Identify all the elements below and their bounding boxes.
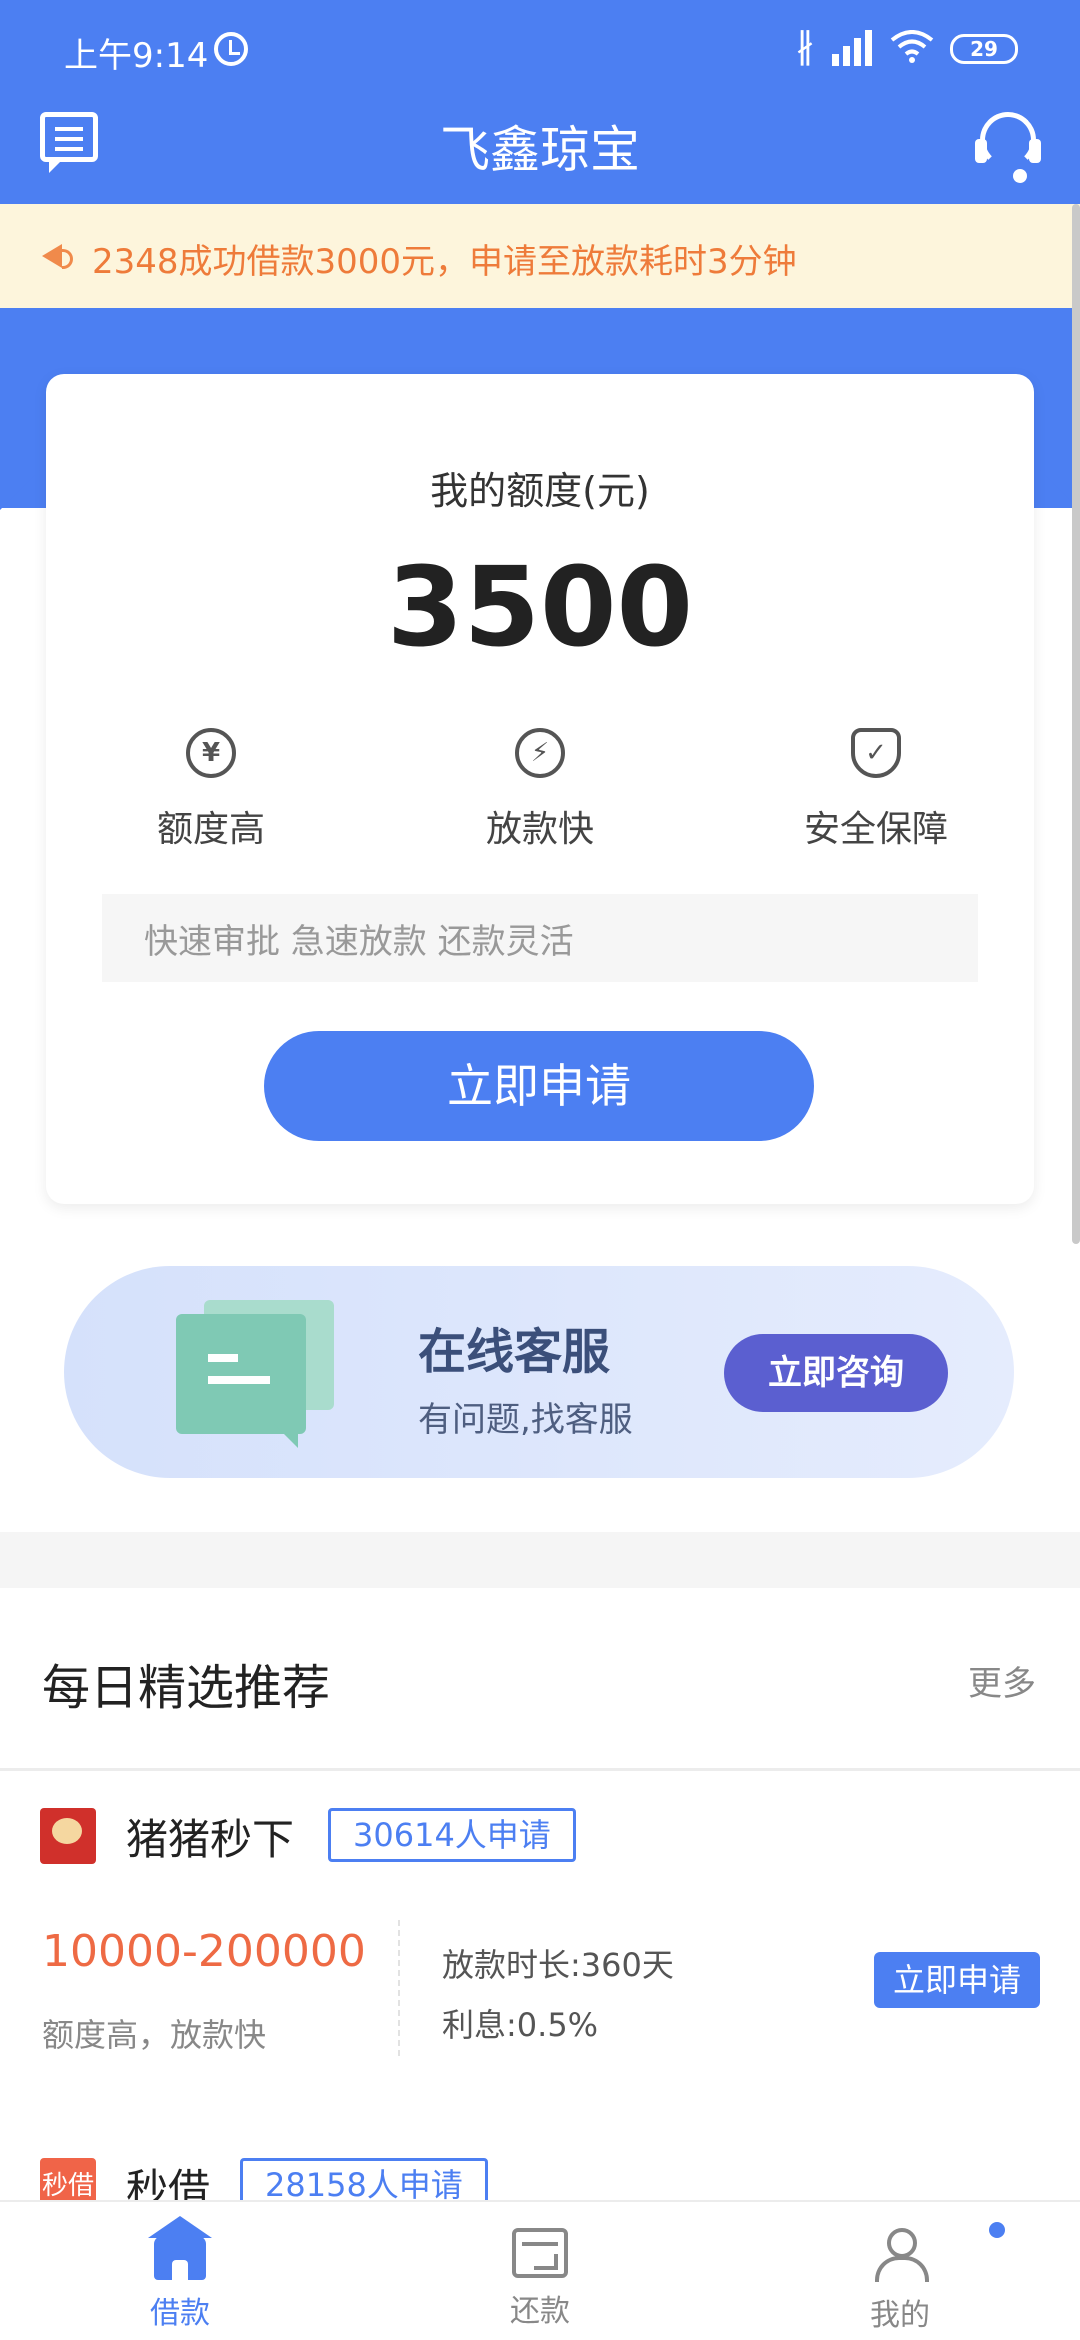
feature-label: 额度高 — [156, 809, 265, 850]
bottom-tab-bar: 借款 还款 我的 — [0, 2200, 1080, 2340]
feature-label: 安全保障 — [803, 809, 948, 850]
tab-repay[interactable]: 还款 — [440, 2228, 640, 2330]
section-title: 每日精选推荐 — [42, 1660, 331, 1716]
loan-term: 放款时长:360天 — [442, 1946, 674, 1984]
home-icon — [148, 2216, 212, 2280]
feature-label: 放款快 — [485, 809, 594, 850]
consult-now-button[interactable]: 立即咨询 — [724, 1334, 948, 1412]
alarm-icon — [214, 32, 248, 66]
service-title: 在线客服 — [418, 1324, 611, 1380]
section-gap — [0, 1532, 1080, 1588]
loan-range: 10000-200000 — [42, 1926, 366, 1977]
bluetooth-icon: ∦ — [796, 26, 814, 67]
credit-card: 我的额度(元) 3500 ¥ 额度高 ⚡ 放款快 ✓ 安全保障 快速审批 急速放… — [46, 374, 1034, 1204]
interest-rate: 利息:0.5% — [442, 2006, 599, 2044]
tab-label: 借款 — [150, 2296, 210, 2331]
dashed-divider — [398, 1920, 400, 2056]
product-desc: 额度高，放款快 — [42, 2016, 267, 2054]
service-subtitle: 有问题,找客服 — [418, 1400, 633, 1440]
lightning-icon: ⚡ — [515, 728, 565, 778]
applicants-badge: 30614人申请 — [328, 1808, 576, 1862]
product-name[interactable]: 猪猪秒下 — [126, 1806, 294, 1867]
apply-now-button[interactable]: 立即申请 — [264, 1031, 814, 1141]
speaker-icon — [42, 244, 73, 269]
app-title: 飞鑫琼宝 — [440, 121, 640, 179]
tab-label: 还款 — [510, 2294, 570, 2329]
slogan-text: 快速审批 急速放款 还款灵活 — [144, 922, 574, 962]
chat-bubble-icon — [176, 1314, 306, 1434]
notice-bar: 2348成功借款3000元，申请至放款耗时3分钟 — [0, 204, 1080, 308]
chat-bubble-tail — [274, 1424, 298, 1448]
wifi-icon — [890, 30, 934, 63]
shield-check-icon: ✓ — [851, 728, 901, 778]
notice-text: 2348成功借款3000元，申请至放款耗时3分钟 — [92, 242, 797, 282]
online-service-banner[interactable]: 在线客服 有问题,找客服 立即咨询 — [64, 1266, 1014, 1478]
battery-icon: 29 — [950, 34, 1018, 64]
yuan-icon: ¥ — [186, 728, 236, 778]
scrollbar[interactable] — [1072, 204, 1080, 1244]
feature-fast-loan: ⚡ 放款快 — [420, 728, 660, 852]
customer-service-headset-icon[interactable] — [975, 112, 1036, 183]
more-link[interactable]: 更多 — [968, 1656, 1036, 1705]
repay-icon — [512, 2228, 568, 2278]
status-time: 上午9:14 — [64, 36, 209, 76]
credit-amount: 3500 — [386, 543, 694, 671]
signal-icon — [832, 28, 880, 66]
status-bar: 上午9:14 ∦ 29 — [0, 0, 1080, 100]
tab-borrow[interactable]: 借款 — [80, 2216, 280, 2332]
slogan-box: 快速审批 急速放款 还款灵活 — [102, 894, 978, 982]
product-apply-button[interactable]: 立即申请 — [874, 1952, 1040, 2008]
feature-high-limit: ¥ 额度高 — [91, 728, 331, 852]
product-logo[interactable] — [40, 1808, 96, 1864]
tab-mine[interactable]: 我的 — [800, 2222, 1005, 2334]
tab-label: 我的 — [870, 2298, 930, 2333]
divider — [0, 1768, 1080, 1771]
notification-dot — [989, 2222, 1005, 2238]
user-icon — [873, 2222, 1005, 2282]
feature-security: ✓ 安全保障 — [756, 728, 996, 852]
credit-label: 我的额度(元) — [430, 469, 650, 513]
